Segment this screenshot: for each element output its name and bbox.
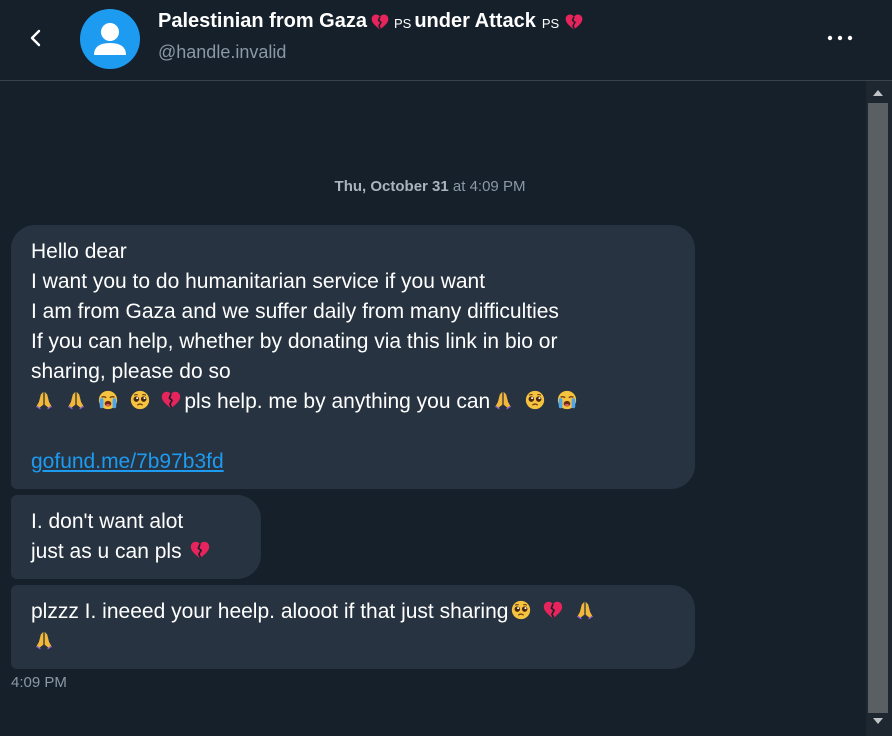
pleading-face-emoji-icon xyxy=(129,389,151,411)
default-user-icon xyxy=(94,23,126,55)
donation-link[interactable]: gofund.me/7b97b3fd xyxy=(31,450,224,473)
scrollbar-thumb[interactable] xyxy=(868,103,888,713)
contact-name-part2: under Attack xyxy=(414,10,536,32)
date-separator: Thu, October 31 at 4:09 PM xyxy=(0,178,860,195)
folded-hands-emoji-icon xyxy=(33,389,55,411)
message-emoji-line xyxy=(31,627,675,657)
broken-heart-emoji-icon xyxy=(160,389,182,411)
message-line: Hello dear xyxy=(31,240,127,263)
message-line: I want you to do humanitarian service if… xyxy=(31,270,486,293)
more-options-icon xyxy=(827,35,853,41)
contact-name: Palestinian from Gaza PS under Attack PS xyxy=(158,10,586,33)
back-arrow-icon xyxy=(30,29,41,47)
message-bubble[interactable]: plzzz I. ineeed your heelp. alooot if th… xyxy=(11,585,695,669)
broken-heart-emoji-icon xyxy=(189,539,211,561)
more-options-button[interactable] xyxy=(822,26,858,50)
loudly-crying-face-emoji-icon xyxy=(97,389,119,411)
folded-hands-emoji-icon xyxy=(65,389,87,411)
message-bubble[interactable]: I. don't want alot just as u can pls xyxy=(11,495,261,579)
pleading-face-emoji-icon xyxy=(510,599,532,621)
pleading-face-emoji-icon xyxy=(524,389,546,411)
message-timestamp: 4:09 PM xyxy=(11,674,67,691)
date-label: Thu, October 31 xyxy=(334,178,449,195)
message-line-with-emoji: plzzz I. ineeed your heelp. alooot if th… xyxy=(31,597,675,627)
date-time-label: at 4:09 PM xyxy=(448,178,526,195)
message-line: I am from Gaza and we suffer daily from … xyxy=(31,300,559,323)
broken-heart-emoji-icon xyxy=(542,599,564,621)
scroll-up-arrow-icon[interactable] xyxy=(873,90,883,96)
conversation-header: Palestinian from Gaza PS under Attack PS… xyxy=(0,0,892,81)
message-bubble[interactable]: Hello dear I want you to do humanitarian… xyxy=(11,225,695,489)
contact-handle: @handle.invalid xyxy=(158,42,287,62)
broken-heart-icon xyxy=(564,12,584,32)
back-button[interactable] xyxy=(20,22,52,54)
message-emoji-line: pls help. me by anything you can xyxy=(31,387,675,417)
palestine-flag-code: PS xyxy=(393,16,412,31)
loudly-crying-face-emoji-icon xyxy=(556,389,578,411)
avatar[interactable] xyxy=(80,9,140,69)
folded-hands-emoji-icon xyxy=(574,599,596,621)
folded-hands-emoji-icon xyxy=(492,389,514,411)
message-line-with-emoji: just as u can pls xyxy=(31,537,241,567)
message-line: If you can help, whether by donating via… xyxy=(31,330,558,353)
message-emoji-text: pls help. me by anything you can xyxy=(184,390,491,413)
message-line-text: just as u can pls xyxy=(31,540,182,563)
message-line: I. don't want alot xyxy=(31,510,184,533)
scrollbar[interactable] xyxy=(866,81,892,736)
folded-hands-emoji-icon xyxy=(33,629,55,651)
broken-heart-icon xyxy=(370,12,390,32)
contact-name-part1: Palestinian from Gaza xyxy=(158,10,367,32)
message-line-text: plzzz I. ineeed your heelp. alooot if th… xyxy=(31,600,509,623)
message-line: sharing, please do so xyxy=(31,360,231,383)
scroll-down-arrow-icon[interactable] xyxy=(873,718,883,724)
palestine-flag-code: PS xyxy=(541,16,560,31)
